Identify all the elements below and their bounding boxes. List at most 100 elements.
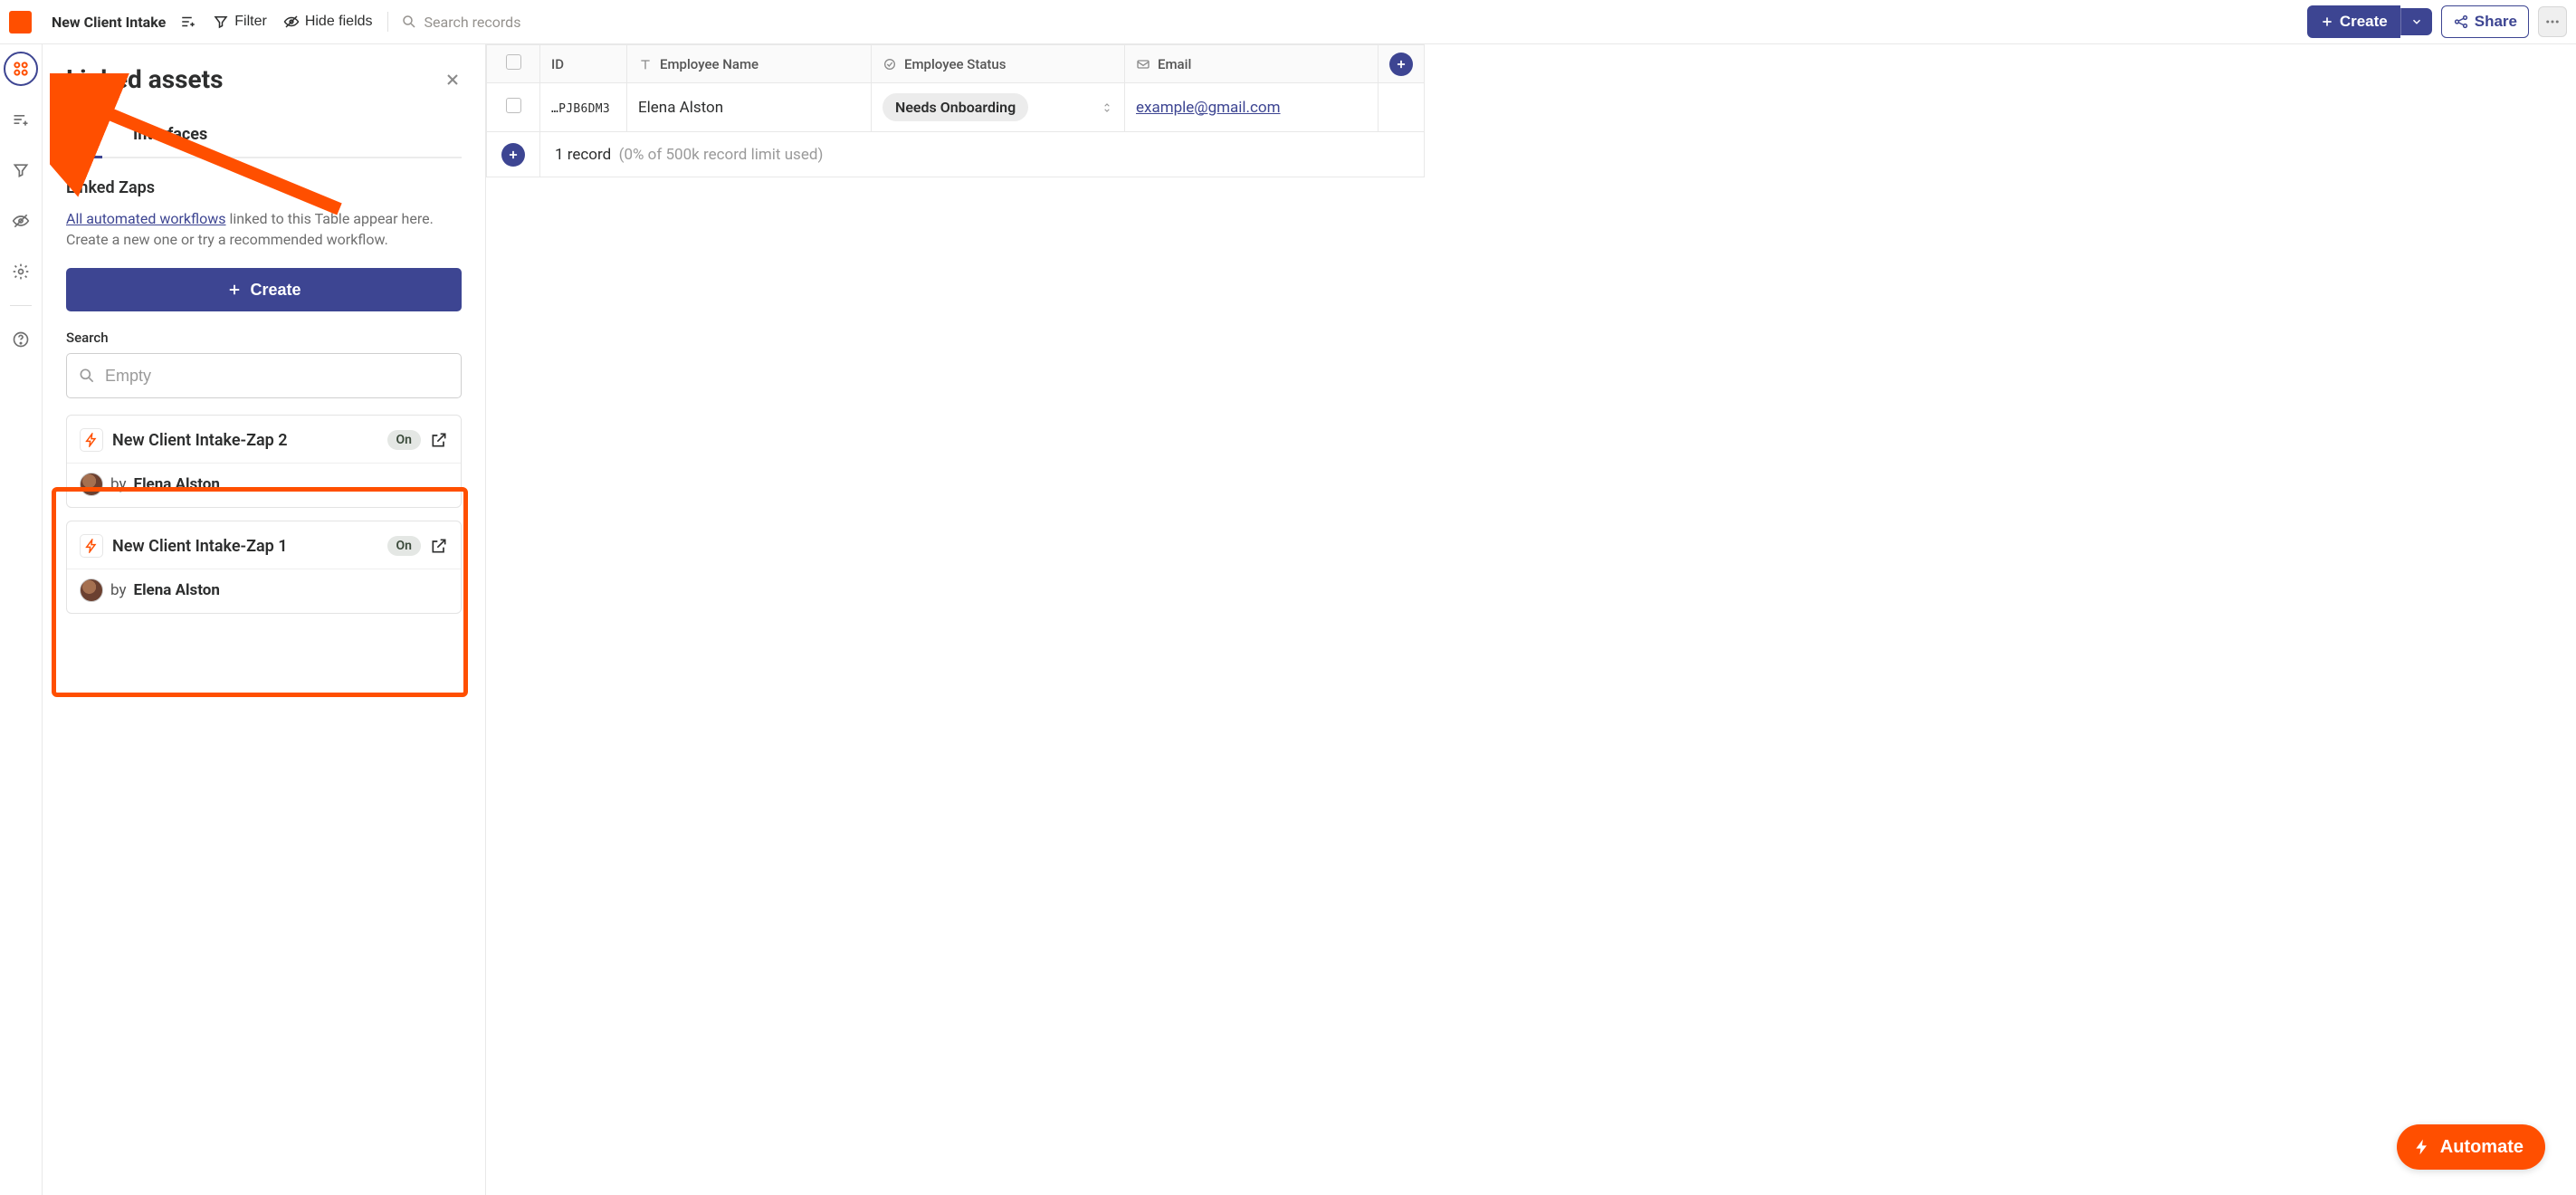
rail-filter[interactable] [4,153,38,187]
automate-fab[interactable]: Automate [2397,1124,2545,1170]
zap-status-badge: On [387,430,421,450]
row-id-cell[interactable]: …PJB6DM3 [540,83,627,132]
zap-card-footer: by Elena Alston [67,569,461,613]
col-employee-name-header[interactable]: Employee Name [627,45,872,83]
share-button[interactable]: Share [2441,5,2529,38]
search-records[interactable]: Search records [401,14,2295,31]
linked-assets-panel: Linked assets Zaps Interfaces Linked Zap… [43,44,486,1195]
by-label: by [110,475,127,493]
linked-zaps-description: All automated workflows linked to this T… [66,208,462,250]
create-button-label: Create [2340,13,2388,31]
add-view-icon [180,14,196,30]
topbar-separator [387,12,388,32]
status-chip: Needs Onboarding [883,93,1028,121]
rail-settings[interactable] [4,254,38,289]
rail-help[interactable] [4,322,38,357]
row-employee-name-cell[interactable]: Elena Alston [627,83,872,132]
select-all-checkbox[interactable] [506,54,521,70]
zap-search-box[interactable] [66,353,462,398]
rail-sort[interactable] [4,102,38,137]
zap-card[interactable]: New Client Intake-Zap 1 On by Elena Alst… [66,521,462,614]
table-row[interactable]: …PJB6DM3 Elena Alston Needs Onboarding e… [487,83,1425,132]
col-employee-status-label: Employee Status [904,56,1006,72]
share-button-label: Share [2475,13,2517,31]
row-id-value: …PJB6DM3 [551,102,610,116]
status-select-icon[interactable] [1101,100,1113,116]
col-employee-status-header[interactable]: Employee Status [872,45,1125,83]
zap-name: New Client Intake-Zap 1 [112,537,378,556]
header-row: ID Employee Name Employee Status [487,45,1425,83]
row-addcol-cell [1379,83,1425,132]
row-select-cell[interactable] [487,83,540,132]
hide-fields-icon [283,14,300,30]
row-email-cell[interactable]: example@gmail.com [1125,83,1379,132]
create-button-group: Create [2307,5,2432,38]
add-column-header[interactable] [1379,45,1425,83]
select-all-header[interactable] [487,45,540,83]
add-column-button[interactable] [1389,53,1413,76]
filter-button[interactable]: Filter [211,10,269,33]
zap-card-header: New Client Intake-Zap 2 On [67,416,461,463]
add-record-button[interactable] [501,143,525,167]
bolt-icon [2413,1138,2431,1156]
panel-close-button[interactable] [444,71,462,89]
row-checkbox[interactable] [506,98,521,113]
create-dropdown-button[interactable] [2400,8,2432,35]
email-icon [1136,57,1150,72]
row-employee-status-cell[interactable]: Needs Onboarding [872,83,1125,132]
col-email-header[interactable]: Email [1125,45,1379,83]
col-id-header[interactable]: ID [540,45,627,83]
rail-hide-icon [12,212,30,230]
filter-icon [213,14,229,30]
author-avatar [80,578,103,602]
col-email-label: Email [1158,56,1191,72]
create-button[interactable]: Create [2307,5,2400,38]
panel-tabs: Zaps Interfaces [66,125,462,158]
add-view-button[interactable] [178,10,198,33]
rail-filter-icon [12,161,30,179]
rail-linked-assets[interactable] [4,52,38,86]
rail-hide[interactable] [4,204,38,238]
search-icon [401,14,417,30]
add-record-cell[interactable] [487,132,540,177]
row-employee-name-value: Elena Alston [638,99,723,117]
all-workflows-link[interactable]: All automated workflows [66,210,226,227]
panel-title: Linked assets [66,64,224,94]
record-count-cell: 1 record (0% of 500k record limit used) [540,132,1425,177]
zap-bolt-icon [80,534,103,558]
author-name: Elena Alston [134,581,220,599]
zap-card[interactable]: New Client Intake-Zap 2 On by Elena Alst… [66,415,462,508]
col-employee-name-label: Employee Name [660,56,758,72]
table-area: ID Employee Name Employee Status [486,44,2576,1195]
open-zap-button[interactable] [430,537,448,555]
rail-separator [10,305,32,306]
sort-icon [12,110,30,129]
linked-assets-icon [12,60,30,78]
data-grid: ID Employee Name Employee Status [486,44,1425,177]
col-id-label: ID [551,56,564,72]
left-rail [0,44,43,1195]
more-options-button[interactable] [2538,6,2567,37]
table-footer-row: 1 record (0% of 500k record limit used) [487,132,1425,177]
text-icon [638,57,653,72]
share-icon [2453,14,2469,30]
topbar: New Client Intake Filter Hide fields Sea… [0,0,2576,44]
tab-zaps[interactable]: Zaps [66,125,102,157]
zap-search-input[interactable] [105,367,450,386]
row-email-value[interactable]: example@gmail.com [1136,99,1281,117]
by-label: by [110,581,127,599]
hide-fields-button[interactable]: Hide fields [281,10,375,33]
zap-card-header: New Client Intake-Zap 1 On [67,521,461,569]
topbar-right: Create Share [2307,5,2567,38]
panel-create-label: Create [250,281,301,300]
zap-card-footer: by Elena Alston [67,463,461,507]
panel-header: Linked assets [66,64,462,94]
panel-create-button[interactable]: Create [66,268,462,311]
open-zap-button[interactable] [430,431,448,449]
more-icon [2544,14,2561,30]
author-name: Elena Alston [134,475,220,493]
tab-interfaces[interactable]: Interfaces [133,125,207,157]
search-label: Search [66,330,462,346]
automate-label: Automate [2440,1137,2524,1158]
author-avatar [80,473,103,496]
